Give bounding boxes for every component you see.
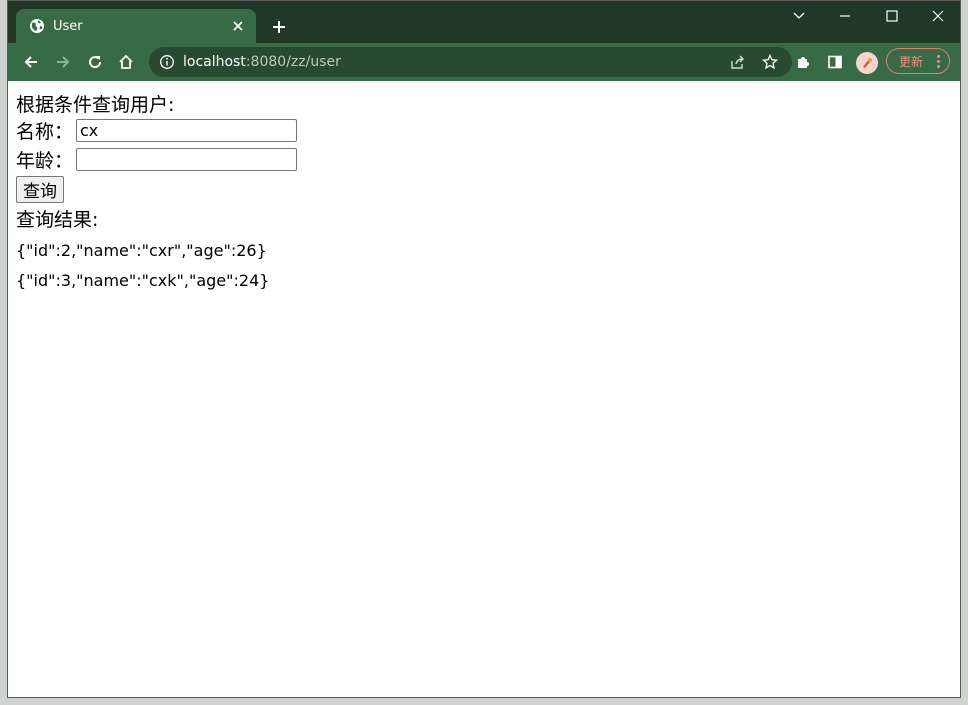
extensions-icon[interactable] bbox=[791, 50, 815, 74]
tab-strip: User bbox=[8, 1, 960, 43]
page-heading: 根据条件查询用户: bbox=[16, 93, 175, 116]
age-label: 年龄： bbox=[16, 150, 74, 172]
back-icon[interactable] bbox=[19, 50, 43, 74]
result-item: {"id":3,"name":"cxk","age":24} bbox=[16, 270, 270, 290]
age-row: 年龄： bbox=[16, 145, 960, 174]
info-icon[interactable] bbox=[159, 54, 175, 70]
share-icon[interactable] bbox=[729, 53, 747, 71]
page-content: 根据条件查询用户: 名称： cx 年龄： 查询 查询结果: {"id":2,"n… bbox=[16, 90, 960, 295]
minimize-icon[interactable] bbox=[830, 5, 860, 27]
tab-user[interactable]: User bbox=[16, 9, 256, 43]
browser-window: User localhost:8080/zz/user 更新 根据条件查询用户:… bbox=[7, 0, 961, 698]
globe-icon bbox=[29, 18, 45, 34]
home-icon[interactable] bbox=[114, 50, 138, 74]
url-host: localhost bbox=[183, 54, 246, 70]
window-close-icon[interactable] bbox=[923, 5, 953, 27]
address-bar[interactable]: localhost:8080/zz/user bbox=[149, 47, 792, 77]
avatar[interactable] bbox=[856, 52, 878, 74]
browser-toolbar: localhost:8080/zz/user 更新 bbox=[8, 43, 960, 81]
update-button[interactable]: 更新 bbox=[886, 48, 950, 74]
name-label: 名称： bbox=[16, 121, 74, 143]
more-icon bbox=[935, 54, 941, 68]
forward-icon[interactable] bbox=[51, 50, 75, 74]
close-icon[interactable] bbox=[228, 16, 248, 36]
plus-icon[interactable] bbox=[268, 16, 290, 38]
url-text: localhost:8080/zz/user bbox=[183, 54, 341, 70]
age-input[interactable] bbox=[76, 148, 297, 171]
query-button[interactable]: 查询 bbox=[16, 176, 64, 203]
star-icon[interactable] bbox=[761, 53, 779, 71]
chevron-down-icon[interactable] bbox=[784, 5, 814, 27]
result-item: {"id":2,"name":"cxr","age":26} bbox=[16, 240, 267, 260]
side-panel-icon[interactable] bbox=[823, 50, 847, 74]
tab-title: User bbox=[53, 18, 83, 34]
name-input[interactable]: cx bbox=[76, 119, 297, 142]
name-row: 名称： cx bbox=[16, 116, 960, 145]
results-list: {"id":2,"name":"cxr","age":26} {"id":3,"… bbox=[16, 235, 960, 295]
update-label: 更新 bbox=[899, 54, 924, 69]
maximize-icon[interactable] bbox=[877, 5, 907, 27]
url-path: :8080/zz/user bbox=[245, 54, 341, 70]
reload-icon[interactable] bbox=[83, 50, 107, 74]
results-title: 查询结果: bbox=[16, 208, 99, 231]
